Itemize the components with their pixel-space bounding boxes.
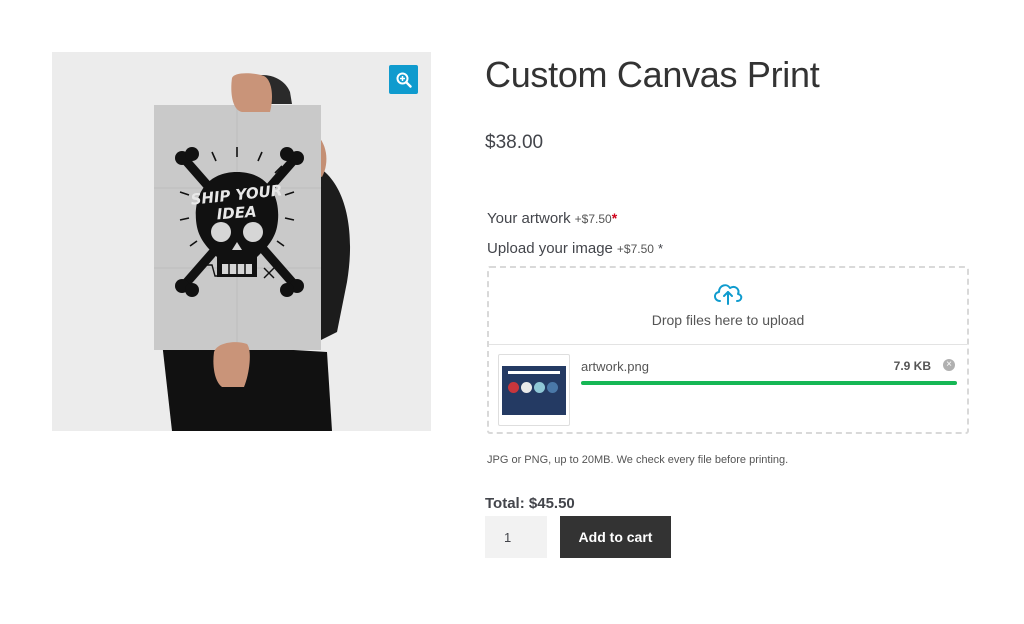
file-name: artwork.png <box>581 359 649 374</box>
product-gallery: SHIP YOUR IDEA <box>52 52 431 431</box>
file-size: 7.9 KB <box>893 359 931 373</box>
upload-field-label: Upload your image +$7.50 * <box>487 240 663 257</box>
quantity-input[interactable] <box>485 516 547 558</box>
close-circle-icon[interactable]: × <box>943 359 955 371</box>
uploaded-file: artwork.png 7.9 KB × <box>489 345 967 431</box>
artwork-field-label: Your artwork +$7.50* <box>487 210 617 227</box>
dropzone-text: Drop files here to upload <box>651 312 805 328</box>
upload-required-marker: * <box>657 241 664 256</box>
product-title: Custom Canvas Print <box>485 54 820 95</box>
upload-fee: +$7.50 <box>616 242 654 256</box>
artwork-fee: +$7.50 <box>574 212 612 226</box>
order-total: Total: $45.50 <box>485 495 575 512</box>
product-price: $38.00 <box>485 132 544 153</box>
zoom-button[interactable] <box>389 65 418 94</box>
add-to-cart-button[interactable]: Add to cart <box>560 516 671 558</box>
upload-label: Upload your image <box>487 240 613 257</box>
product-image: SHIP YOUR IDEA <box>52 52 431 431</box>
upload-progress-bar <box>581 381 957 385</box>
artwork-required-marker: * <box>611 210 618 226</box>
artwork-label: Your artwork <box>487 210 571 227</box>
file-thumbnail <box>498 354 570 426</box>
dropzone-target[interactable]: Drop files here to upload <box>489 268 967 345</box>
cloud-upload-icon <box>714 284 743 305</box>
svg-text:IDEA: IDEA <box>216 203 257 224</box>
upload-help-text: JPG or PNG, up to 20MB. We check every f… <box>487 454 789 466</box>
magnifier-plus-icon <box>396 72 412 88</box>
file-dropzone[interactable]: Drop files here to upload artwork.png 7.… <box>487 266 969 434</box>
thumbnail-image <box>502 366 566 415</box>
upload-progress-fill <box>581 381 957 385</box>
